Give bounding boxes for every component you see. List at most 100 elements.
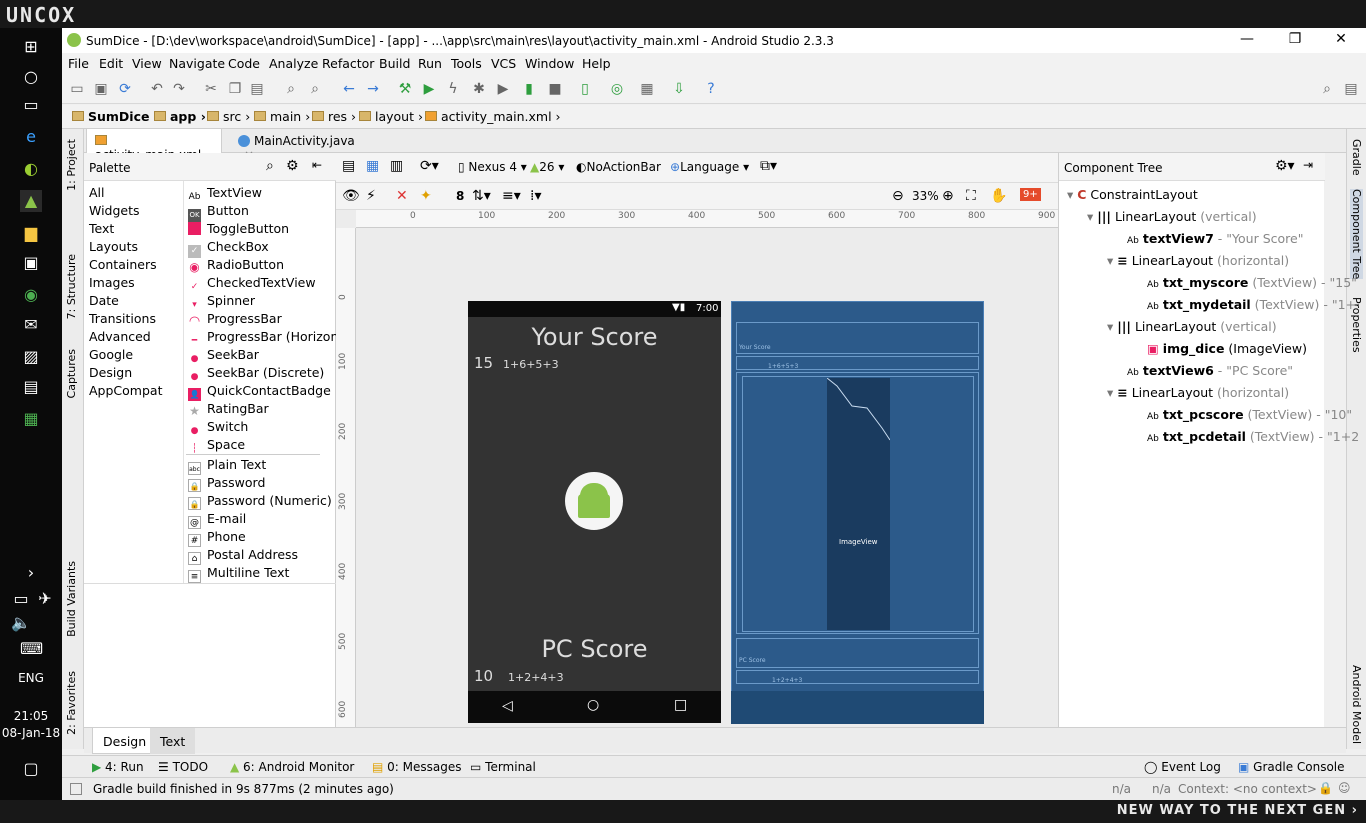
palette-category[interactable]: Layouts [89, 239, 138, 254]
palette-category[interactable]: Advanced [89, 329, 151, 344]
tab-activity-main-xml[interactable]: activity_main.xml × [86, 129, 222, 176]
palette-item-ratingbar[interactable]: ★ RatingBar [188, 401, 269, 418]
crumb-main[interactable]: main › [254, 109, 310, 124]
tree-node[interactable]: Ab txt_mydetail (TextView) - "1+ [1147, 297, 1356, 312]
toolbar-extra-icon[interactable]: ▤ [1342, 80, 1360, 98]
forward-arrow-icon[interactable]: → [364, 80, 382, 98]
crumb-activity-main[interactable]: activity_main.xml › [425, 109, 561, 124]
palette-item-email[interactable]: @ E-mail [188, 511, 246, 529]
menu-run[interactable]: Run [418, 56, 442, 71]
palette-item-checkbox[interactable]: ✓ CheckBox [188, 239, 269, 258]
palette-item-multiline-text[interactable]: ≡ Multiline Text [188, 565, 289, 583]
palette-item-radiobutton[interactable]: ◉ RadioButton [188, 257, 284, 274]
tree-node[interactable]: Ab txt_myscore (TextView) - "15" [1147, 275, 1357, 290]
palette-item-progressbar-horizontal[interactable]: ━ ProgressBar (Horizont [188, 329, 343, 348]
align-icon[interactable]: ≡▾ [502, 188, 521, 204]
store-icon[interactable]: ▣ [20, 252, 42, 274]
apply-changes-icon[interactable]: ϟ [444, 80, 462, 98]
clock-date[interactable]: 08-Jan-18 [0, 726, 62, 740]
maximize-button[interactable]: ❐ [1280, 31, 1310, 47]
tree-node[interactable]: Ab txt_pcdetail (TextView) - "1+2 [1147, 429, 1359, 444]
clock-time[interactable]: 21:05 [0, 709, 62, 723]
palette-item-button[interactable]: OK Button [188, 203, 249, 222]
close-button[interactable]: ✕ [1326, 31, 1356, 47]
recents-square-icon[interactable]: □ [674, 697, 687, 713]
menu-view[interactable]: View [132, 56, 162, 71]
zoom-fit-icon[interactable]: ⛶ [966, 188, 976, 204]
run-play-icon[interactable]: ▶ [420, 80, 438, 98]
zoom-out-icon[interactable]: ⊖ [892, 188, 904, 204]
search-everywhere-icon[interactable]: ⌕ [1318, 80, 1336, 98]
sync-gradle-icon[interactable]: ◎ [608, 80, 626, 98]
android-studio-taskbar-icon[interactable]: ▲ [20, 190, 42, 212]
tab-mainactivity-java[interactable]: MainActivity.java × [230, 129, 370, 162]
tree-node[interactable]: ▾ ≡ LinearLayout (horizontal) [1107, 253, 1289, 268]
inspector-icon[interactable]: ☺ [1338, 781, 1351, 795]
palette-category[interactable]: All [89, 185, 105, 200]
tab-build-variants[interactable]: Build Variants [65, 561, 78, 637]
design-preview-phone[interactable]: ▼▮ 7:00 Your Score 15 1+6+5+3 PC Score 1… [468, 301, 721, 723]
gear-icon[interactable]: ⚙ [286, 158, 299, 174]
tab-android-model[interactable]: Android Model [1350, 665, 1363, 744]
search-icon[interactable]: ⌕ [266, 158, 274, 174]
cut-icon[interactable]: ✂ [202, 80, 220, 98]
palette-item-postal-address[interactable]: ⌂ Postal Address [188, 547, 298, 565]
network-icon[interactable]: ▭ [10, 588, 32, 610]
sdk-manager-icon[interactable]: ⇩ [670, 80, 688, 98]
file-explorer-icon[interactable]: ▆ [20, 222, 42, 244]
both-views-icon[interactable]: ▥ [390, 158, 403, 174]
tab-design[interactable]: Design [92, 728, 158, 754]
windows-start-icon[interactable]: ⊞ [20, 36, 42, 58]
airplane-icon[interactable]: ✈ [34, 588, 56, 610]
app-icon[interactable]: ◐ [20, 158, 42, 180]
palette-category[interactable]: Containers [89, 257, 157, 272]
pc-score-label[interactable]: PC Score [468, 635, 721, 663]
save-all-icon[interactable]: ▣ [92, 80, 110, 98]
palette-item-progressbar[interactable]: ◠ ProgressBar [188, 311, 282, 328]
show-constraints-icon[interactable]: 👁 [342, 188, 360, 204]
pack-icon[interactable]: ⇅▾ [472, 188, 491, 204]
terminal-tool-button[interactable]: ▭ Terminal [470, 760, 536, 774]
find-icon[interactable]: ⌕ [282, 80, 300, 98]
todo-tool-button[interactable]: ☰ TODO [158, 760, 208, 774]
hide-panel-icon[interactable]: ⇥ [1303, 158, 1313, 172]
blueprint-preview[interactable]: Your Score 1+6+5+3 ImageView PC Score 1+… [731, 301, 984, 724]
blueprint-icon[interactable]: ▦ [366, 158, 379, 174]
crumb-app[interactable]: app › [154, 109, 206, 124]
menu-code[interactable]: Code [228, 56, 260, 71]
messages-tool-button[interactable]: ▤ 0: Messages [372, 760, 462, 774]
palette-item-password[interactable]: 🔒 Password [188, 475, 265, 492]
palette-item-checkedtextview[interactable]: ✓ CheckedTextView [188, 275, 316, 294]
event-log-tool-button[interactable]: ◯ Event Log [1144, 760, 1221, 774]
tree-node[interactable]: Ab txt_pcscore (TextView) - "10" [1147, 407, 1352, 422]
device-selector[interactable]: ▯ Nexus 4 ▾ [458, 160, 527, 174]
open-folder-icon[interactable]: ▭ [68, 80, 86, 98]
autoconnect-icon[interactable]: ⚡ [366, 188, 376, 204]
attach-debugger-icon[interactable]: ▮ [520, 80, 538, 98]
palette-category[interactable]: Design [89, 365, 132, 380]
stop-icon[interactable]: ■ [546, 80, 564, 98]
palette-item-switch[interactable]: ● Switch [188, 419, 249, 438]
dice-image[interactable] [565, 472, 623, 530]
crumb-src[interactable]: src › [207, 109, 250, 124]
palette-item-togglebutton[interactable]: ToggleButton [188, 221, 289, 236]
gear-icon[interactable]: ⚙▾ [1275, 158, 1295, 174]
tab-component-tree[interactable]: Component Tree [1350, 189, 1363, 280]
tab-captures[interactable]: Captures [65, 349, 78, 398]
default-margin[interactable]: 8 [456, 189, 464, 203]
menu-file[interactable]: File [68, 56, 89, 71]
replace-icon[interactable]: ⌕ [306, 80, 324, 98]
menu-vcs[interactable]: VCS [491, 56, 516, 71]
language-indicator[interactable]: ENG [0, 671, 62, 685]
menu-navigate[interactable]: Navigate [169, 56, 225, 71]
back-arrow-icon[interactable]: ← [340, 80, 358, 98]
tree-node[interactable]: ▣ img_dice (ImageView) [1147, 341, 1307, 356]
palette-category[interactable]: Images [89, 275, 135, 290]
status-context[interactable]: Context: <no context> [1178, 782, 1317, 796]
tool-windows-toggle-icon[interactable] [70, 783, 82, 795]
my-score-detail[interactable]: 1+6+5+3 [503, 358, 559, 371]
palette-item-plain-text[interactable]: abc Plain Text [188, 457, 266, 475]
tree-node[interactable]: Ab textView6 - "PC Score" [1127, 363, 1293, 378]
infer-constraints-icon[interactable]: ✦ [420, 188, 432, 204]
issues-badge[interactable]: 9+ [1020, 188, 1041, 201]
